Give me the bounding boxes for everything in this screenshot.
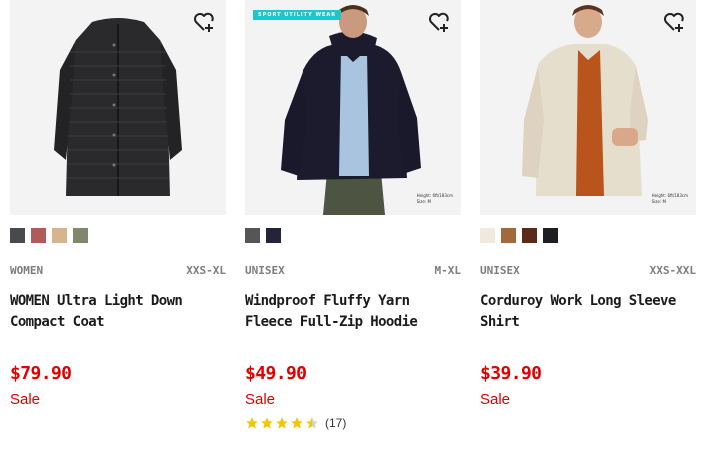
product-image[interactable]: SPORT UTILITY WEAR Height: 6ft/183cm Siz… <box>245 0 461 215</box>
tag-label: SPORT UTILITY WEAR <box>253 10 342 20</box>
color-swatch[interactable] <box>266 228 281 243</box>
color-swatch[interactable] <box>31 228 46 243</box>
heart-plus-icon[interactable] <box>427 10 451 34</box>
product-price: $39.90 <box>480 363 542 384</box>
product-image[interactable]: Height: 6ft/183cm Size: M <box>480 0 696 215</box>
product-name[interactable]: Corduroy Work Long Sleeve Shirt <box>480 291 696 335</box>
color-swatch[interactable] <box>543 228 558 243</box>
review-count[interactable]: (17) <box>325 416 346 430</box>
product-meta: UNISEX M-XL <box>245 263 461 277</box>
product-meta: WOMEN XXS-XL <box>10 263 226 277</box>
model-size-note: Height: 6ft/183cm Size: M <box>417 193 453 205</box>
star-half-icon <box>306 417 318 429</box>
color-swatch[interactable] <box>73 228 88 243</box>
size-range: XXS-XXL <box>649 263 696 277</box>
color-swatch[interactable] <box>10 228 25 243</box>
star-icon <box>291 417 303 429</box>
model-size: Size: M <box>416 199 431 204</box>
gender-label: UNISEX <box>245 263 285 277</box>
star-icon <box>246 417 258 429</box>
color-swatch[interactable] <box>52 228 67 243</box>
product-name[interactable]: WOMEN Ultra Light Down Compact Coat <box>10 291 226 335</box>
product-meta: UNISEX XXS-XXL <box>480 263 696 277</box>
gender-label: UNISEX <box>480 263 520 277</box>
size-range: M-XL <box>434 263 462 277</box>
product-price: $79.90 <box>10 363 72 384</box>
gender-label: WOMEN <box>10 263 44 277</box>
color-swatches <box>480 228 696 243</box>
sale-label: Sale <box>245 391 276 408</box>
color-swatch[interactable] <box>522 228 537 243</box>
color-swatch[interactable] <box>501 228 516 243</box>
sale-label: Sale <box>10 391 41 408</box>
heart-plus-icon[interactable] <box>192 10 216 34</box>
product-card[interactable]: SPORT UTILITY WEAR Height: 6ft/183cm Siz… <box>245 0 461 449</box>
product-card[interactable]: WOMEN XXS-XL WOMEN Ultra Light Down Comp… <box>10 0 226 449</box>
sale-label: Sale <box>480 391 511 408</box>
color-swatches <box>10 228 226 243</box>
rating[interactable]: (17) <box>245 415 461 431</box>
product-card[interactable]: Height: 6ft/183cm Size: M UNISEX XXS-XXL… <box>480 0 696 449</box>
model-size: Size: M <box>651 199 666 204</box>
color-swatch[interactable] <box>245 228 260 243</box>
product-price: $49.90 <box>245 363 307 384</box>
star-rating <box>245 416 319 430</box>
heart-plus-icon[interactable] <box>662 10 686 34</box>
model-size-note: Height: 6ft/183cm Size: M <box>652 193 688 205</box>
product-image[interactable] <box>10 0 226 215</box>
color-swatches <box>245 228 461 243</box>
star-icon <box>261 417 273 429</box>
size-range: XXS-XL <box>186 263 226 277</box>
star-icon <box>276 417 288 429</box>
color-swatch[interactable] <box>480 228 495 243</box>
product-name[interactable]: Windproof Fluffy Yarn Fleece Full-Zip Ho… <box>245 291 461 335</box>
